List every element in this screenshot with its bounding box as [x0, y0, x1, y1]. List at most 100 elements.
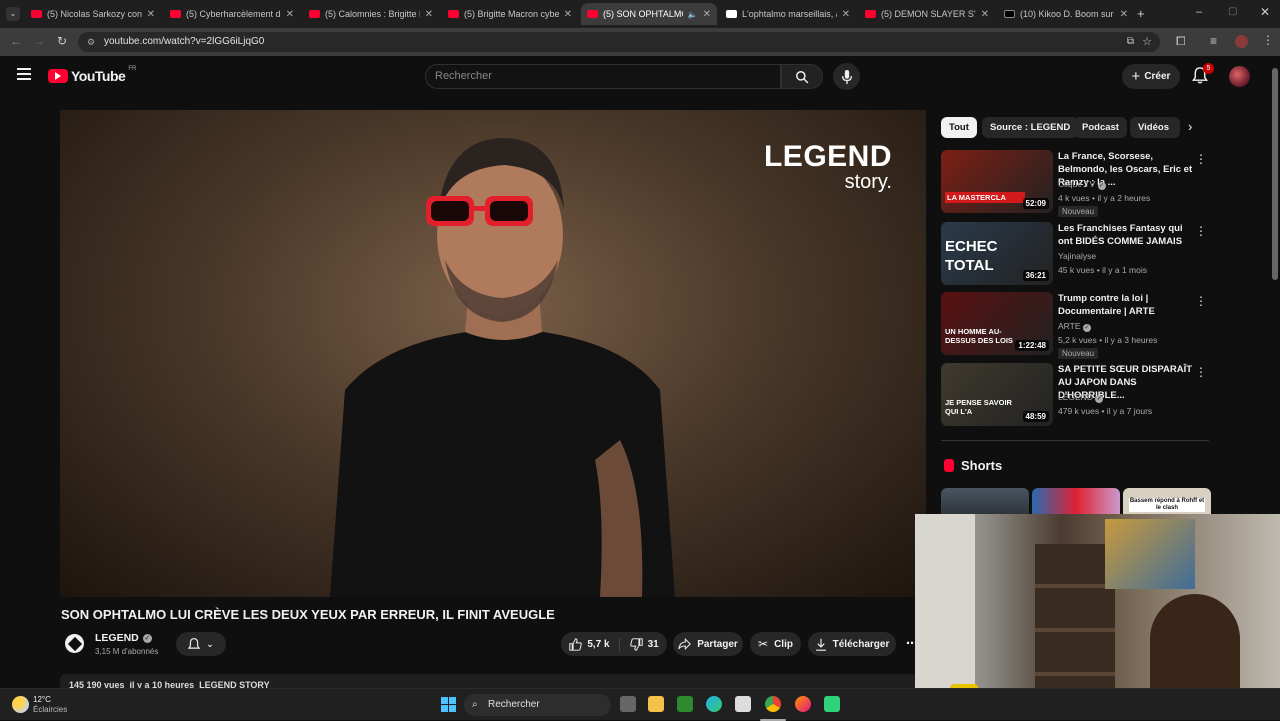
tab-close-icon[interactable]: ✕ [147, 9, 155, 20]
recommended-video[interactable]: ECHEC TOTAL 36:21 Les Franchises Fantasy… [941, 222, 1211, 286]
channel-avatar[interactable] [65, 634, 84, 653]
browser-tab[interactable]: (5) Nicolas Sarkozy condamné ✕ [25, 3, 161, 25]
search-input[interactable]: Rechercher [425, 64, 781, 89]
dislike-button[interactable]: 31 [626, 637, 659, 651]
profile-avatar[interactable] [1235, 35, 1248, 48]
forward-icon[interactable]: → [33, 34, 45, 48]
recommended-meta: 4 k vues • il y a 2 heures [1058, 193, 1151, 203]
filter-chip[interactable]: Source : LEGEND [982, 117, 1079, 138]
recommended-video[interactable]: LA MASTERCLA 52:09 La France, Scorsese, … [941, 150, 1211, 217]
create-button[interactable]: + Créer [1122, 64, 1180, 89]
browser-tab[interactable]: (5) Cyberharcèlement de Brigitte ✕ [164, 3, 300, 25]
recommended-video[interactable]: JE PENSE SAVOIR QUI L'A 48:59 SA PETITE … [941, 363, 1211, 427]
tab-title: L'ophtalmo marseillais, accusé [742, 9, 837, 19]
chevron-right-icon[interactable]: › [1188, 119, 1192, 134]
back-icon[interactable]: ← [10, 34, 22, 48]
tab-close-icon[interactable]: ✕ [1120, 9, 1128, 20]
messaging-app-icon[interactable] [824, 696, 840, 712]
verified-check-icon: ✓ [1082, 324, 1091, 332]
video-thumbnail[interactable]: ECHEC TOTAL 36:21 [941, 222, 1053, 285]
download-button[interactable]: Télécharger [808, 632, 896, 656]
recommended-channel[interactable]: Clique TV ✓ [1058, 179, 1106, 190]
youtube-favicon-icon [309, 10, 320, 18]
sidebar-divider [941, 440, 1209, 441]
site-info-icon[interactable]: ⚙ [87, 32, 95, 52]
browser-tab[interactable]: L'ophtalmo marseillais, accusé ✕ [720, 3, 856, 25]
browser-tab[interactable]: (5) SON OPHTALMO LUI CRÈVE 🔈 ✕ [581, 3, 717, 25]
edge-browser-icon[interactable] [706, 696, 722, 712]
video-thumbnail[interactable]: LA MASTERCLA 52:09 [941, 150, 1053, 213]
clip-button[interactable]: ✂ Clip [750, 632, 801, 656]
hamburger-menu-icon[interactable] [17, 68, 31, 80]
new-tab-button[interactable]: + [1137, 6, 1145, 21]
recommended-channel[interactable]: LEGEND ✓ [1058, 392, 1104, 403]
more-options-icon[interactable]: ⋮ [1195, 152, 1207, 166]
tab-search-button[interactable]: ⌄ [6, 7, 20, 21]
more-options-icon[interactable]: ⋮ [1195, 224, 1207, 238]
filter-chip[interactable]: Podcast [1074, 117, 1127, 138]
chrome-browser-icon[interactable] [765, 696, 781, 712]
tab-close-icon[interactable]: ✕ [425, 9, 433, 20]
task-view-icon[interactable] [620, 696, 636, 712]
webcam-poster [1105, 519, 1195, 589]
browser-tab[interactable]: (5) DEMON SLAYER S'ASSUME ✕ [859, 3, 995, 25]
file-explorer-icon[interactable] [648, 696, 664, 712]
reload-icon[interactable]: ↻ [57, 34, 67, 48]
like-button[interactable]: 5,7 k [569, 637, 620, 651]
shorts-header: Shorts [944, 458, 1002, 473]
subscription-bell-button[interactable]: ⌄ [176, 632, 226, 656]
media-controls-icon[interactable]: ≡ [1210, 34, 1217, 48]
install-app-icon[interactable]: ⧉ [1127, 32, 1134, 52]
tab-audio-icon[interactable]: 🔈 [688, 10, 698, 19]
recommended-video[interactable]: UN HOMME AU-DESSUS DES LOIS 1:22:48 Trum… [941, 292, 1211, 359]
weather-condition: Éclaircies [33, 705, 68, 714]
video-thumbnail[interactable]: JE PENSE SAVOIR QUI L'A 48:59 [941, 363, 1053, 426]
tab-close-icon[interactable]: ✕ [286, 9, 294, 20]
weather-icon[interactable] [12, 696, 29, 713]
share-button[interactable]: Partager [673, 632, 743, 656]
tab-close-icon[interactable]: ✕ [564, 9, 572, 20]
page-scrollbar[interactable] [1272, 68, 1278, 280]
tab-close-icon[interactable]: ✕ [842, 9, 850, 20]
close-window-button[interactable]: ✕ [1260, 5, 1270, 19]
url-text: youtube.com/watch?v=2lGG6iLjqG0 [104, 36, 265, 47]
notifications-button[interactable]: 5 [1192, 63, 1214, 89]
channel-name-link[interactable]: LEGEND ✓ [95, 632, 152, 644]
minimize-window-button[interactable]: – [1196, 6, 1202, 18]
new-badge: Nouveau [1058, 206, 1099, 217]
more-options-icon[interactable]: ⋮ [1195, 365, 1207, 379]
extensions-icon[interactable]: ⧠ [1176, 34, 1186, 49]
nvidia-app-icon[interactable] [677, 696, 693, 712]
windows-start-icon[interactable] [441, 697, 456, 712]
youtube-favicon-icon [170, 10, 181, 18]
recommended-channel[interactable]: ARTE ✓ [1058, 321, 1091, 332]
voice-search-button[interactable] [833, 63, 860, 90]
tab-close-icon[interactable]: ✕ [981, 9, 989, 20]
bookmark-star-icon[interactable]: ☆ [1142, 32, 1152, 52]
browser-tab[interactable]: (5) Brigitte Macron cyberharcèlement ✕ [442, 3, 578, 25]
more-options-icon[interactable]: ⋮ [1195, 294, 1207, 308]
firefox-browser-icon[interactable] [795, 696, 811, 712]
address-bar[interactable]: ⚙ youtube.com/watch?v=2lGG6iLjqG0 ⧉ ☆ [78, 32, 1160, 52]
search-button[interactable] [781, 64, 823, 89]
tab-close-icon[interactable]: ✕ [703, 9, 711, 20]
description-box[interactable]: 145 190 vues il y a 10 heures LEGEND STO… [60, 674, 926, 688]
browser-tab[interactable]: (10) Kikoo D. Boom sur X ✕ [998, 3, 1134, 25]
account-avatar[interactable] [1229, 66, 1250, 87]
taskbar-search-input[interactable]: ⌕ Rechercher [464, 694, 611, 716]
video-player[interactable]: LEGEND story. [60, 110, 926, 597]
new-badge: Nouveau [1058, 348, 1099, 359]
recommended-meta: 479 k vues • il y a 7 jours [1058, 406, 1153, 416]
notification-count-badge: 5 [1203, 63, 1214, 74]
x-favicon-icon [1004, 10, 1015, 18]
youtube-play-icon [48, 69, 68, 83]
maximize-window-button[interactable]: ▢ [1228, 6, 1237, 17]
browser-menu-icon[interactable]: ⋮ [1262, 33, 1274, 47]
recommended-channel[interactable]: Yajinalyse [1058, 251, 1096, 261]
filter-chip[interactable]: Vidéos [1130, 117, 1180, 138]
browser-tab[interactable]: (5) Calomnies : Brigitte Macron ✕ [303, 3, 439, 25]
microsoft-store-icon[interactable] [735, 696, 751, 712]
youtube-logo[interactable]: YouTube FR [48, 66, 136, 84]
filter-chip[interactable]: Tout [941, 117, 977, 138]
video-thumbnail[interactable]: UN HOMME AU-DESSUS DES LOIS 1:22:48 [941, 292, 1053, 355]
